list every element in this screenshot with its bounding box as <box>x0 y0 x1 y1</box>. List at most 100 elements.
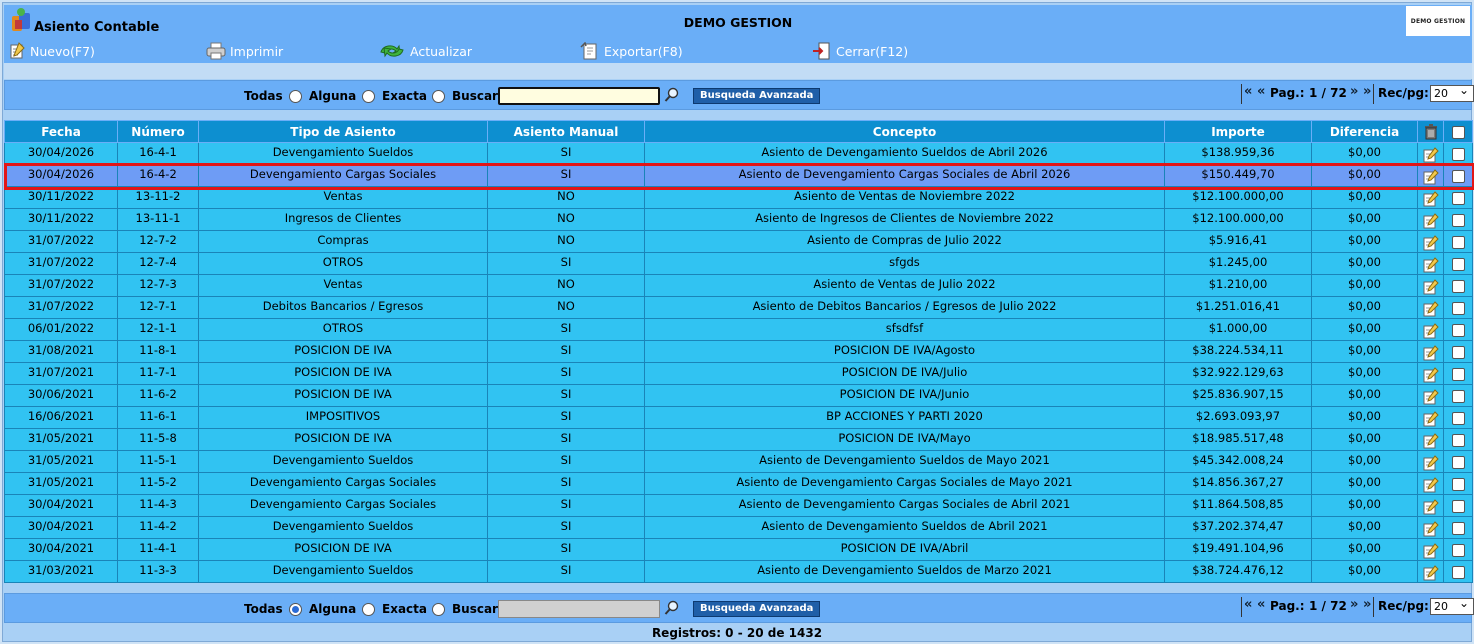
records-per-page-select[interactable]: 20 <box>1430 83 1474 102</box>
table-row[interactable]: 31/07/2022 12-7-1 Debitos Bancarios / Egre… <box>4 296 1473 319</box>
trash-icon[interactable] <box>1423 123 1439 140</box>
table-row[interactable]: 30/06/2021 11-6-2 POSICION DE IVA SI POSICIO… <box>4 384 1473 407</box>
toolbar: Nuevo(F7) Imprimir Actualizar Exportar(F… <box>4 39 1472 63</box>
edit-icon[interactable] <box>1423 257 1439 273</box>
next-page-icon[interactable]: » <box>1350 84 1358 99</box>
row-checkbox[interactable] <box>1451 236 1465 249</box>
cell-select <box>1443 516 1473 539</box>
table-row[interactable]: 30/04/2026 16-4-1 Devengamiento Sueldos SI A… <box>4 142 1473 165</box>
last-page-icon[interactable]: » <box>1363 84 1371 99</box>
last-page-icon[interactable]: » <box>1363 597 1371 612</box>
table-row[interactable]: 30/04/2021 11-4-3 Devengamiento Cargas Soc… <box>4 494 1473 517</box>
mode-all-radio[interactable] <box>289 603 302 616</box>
row-checkbox[interactable] <box>1451 324 1465 337</box>
print-button[interactable]: Imprimir <box>206 41 283 61</box>
first-page-icon[interactable]: « <box>1244 597 1252 612</box>
prev-page-icon[interactable]: « <box>1257 84 1265 99</box>
search-icon[interactable] <box>664 600 680 616</box>
edit-icon[interactable] <box>1423 477 1439 493</box>
table-row[interactable]: 16/06/2021 11-6-1 IMPOSITIVOS SI BP ACCIONES… <box>4 406 1473 429</box>
row-checkbox[interactable] <box>1451 214 1465 227</box>
col-header-type[interactable]: Tipo de Asiento <box>198 120 488 143</box>
row-checkbox[interactable] <box>1451 500 1465 513</box>
table-row[interactable]: 30/04/2021 11-4-2 Devengamiento Sueldos SI A… <box>4 516 1473 539</box>
row-checkbox[interactable] <box>1451 412 1465 425</box>
edit-icon[interactable] <box>1423 411 1439 427</box>
records-per-page-select[interactable]: 20 <box>1430 596 1474 615</box>
row-checkbox[interactable] <box>1451 192 1465 205</box>
mode-any-radio[interactable] <box>362 90 375 103</box>
table-row[interactable]: 31/07/2022 12-7-3 Ventas NO Asiento de Venta… <box>4 274 1473 297</box>
row-checkbox[interactable] <box>1451 390 1465 403</box>
table-row[interactable]: 30/11/2022 13-11-2 Ventas NO Asiento de Vent… <box>4 186 1473 209</box>
mode-exact-radio[interactable] <box>432 603 445 616</box>
edit-icon[interactable] <box>1423 345 1439 361</box>
table-row[interactable]: 31/07/2021 11-7-1 POSICION DE IVA SI POSICIO… <box>4 362 1473 385</box>
col-header-number[interactable]: Número <box>117 120 199 143</box>
row-checkbox[interactable] <box>1451 280 1465 293</box>
table-row[interactable]: 31/05/2021 11-5-2 Devengamiento Cargas Soc… <box>4 472 1473 495</box>
row-checkbox[interactable] <box>1451 522 1465 535</box>
col-header-date[interactable]: Fecha <box>4 120 118 143</box>
mode-any-radio[interactable] <box>362 603 375 616</box>
prev-page-icon[interactable]: « <box>1257 597 1265 612</box>
col-header-delete[interactable] <box>1417 120 1444 143</box>
edit-icon[interactable] <box>1423 499 1439 515</box>
export-button[interactable]: Exportar(F8) <box>580 41 683 61</box>
row-checkbox[interactable] <box>1451 368 1465 381</box>
table-row[interactable]: 31/05/2021 11-5-8 POSICION DE IVA SI POSICIO… <box>4 428 1473 451</box>
search-icon[interactable] <box>664 87 680 103</box>
row-checkbox[interactable] <box>1451 456 1465 469</box>
edit-icon[interactable] <box>1423 521 1439 537</box>
col-header-amount[interactable]: Importe <box>1164 120 1312 143</box>
edit-icon[interactable] <box>1423 543 1439 559</box>
table-row[interactable]: 31/07/2022 12-7-4 OTROS SI sfgds $1.245,00 $0,… <box>4 252 1473 275</box>
search-input[interactable] <box>498 600 660 618</box>
new-button[interactable]: Nuevo(F7) <box>8 41 95 61</box>
table-row[interactable]: 30/11/2022 13-11-1 Ingresos de Clientes NO A… <box>4 208 1473 231</box>
table-row[interactable]: 31/08/2021 11-8-1 POSICION DE IVA SI POSICIO… <box>4 340 1473 363</box>
edit-icon[interactable] <box>1423 301 1439 317</box>
row-checkbox[interactable] <box>1451 544 1465 557</box>
edit-icon[interactable] <box>1423 389 1439 405</box>
edit-icon[interactable] <box>1423 147 1439 163</box>
mode-all-radio[interactable] <box>289 90 302 103</box>
edit-icon[interactable] <box>1423 433 1439 449</box>
table-row[interactable]: 31/03/2021 11-3-3 Devengamiento Sueldos SI A… <box>4 560 1473 583</box>
edit-icon[interactable] <box>1423 191 1439 207</box>
row-checkbox[interactable] <box>1451 566 1465 579</box>
row-checkbox[interactable] <box>1451 258 1465 271</box>
table-row[interactable]: 31/05/2021 11-5-1 Devengamiento Sueldos SI A… <box>4 450 1473 473</box>
cell-edit <box>1417 318 1444 341</box>
edit-icon[interactable] <box>1423 323 1439 339</box>
next-page-icon[interactable]: » <box>1350 597 1358 612</box>
mode-exact-radio[interactable] <box>432 90 445 103</box>
refresh-button[interactable]: Actualizar <box>378 41 472 61</box>
row-checkbox[interactable] <box>1451 302 1465 315</box>
first-page-icon[interactable]: « <box>1244 84 1252 99</box>
advanced-search-button[interactable]: Busqueda Avanzada <box>693 88 821 104</box>
edit-icon[interactable] <box>1423 455 1439 471</box>
edit-icon[interactable] <box>1423 279 1439 295</box>
search-input[interactable] <box>498 87 660 105</box>
row-checkbox[interactable] <box>1451 346 1465 359</box>
edit-icon[interactable] <box>1423 213 1439 229</box>
edit-icon[interactable] <box>1423 367 1439 383</box>
table-row[interactable]: 06/01/2022 12-1-1 OTROS SI sfsdfsf $1.000,00 $… <box>4 318 1473 341</box>
advanced-search-button[interactable]: Busqueda Avanzada <box>693 601 821 617</box>
table-row[interactable]: 30/04/2026 16-4-2 Devengamiento Cargas Soc… <box>4 164 1473 187</box>
col-header-difference[interactable]: Diferencia <box>1311 120 1418 143</box>
edit-icon[interactable] <box>1423 235 1439 251</box>
table-row[interactable]: 30/04/2021 11-4-1 POSICION DE IVA SI POSICIO… <box>4 538 1473 561</box>
row-checkbox[interactable] <box>1451 478 1465 491</box>
select-all-checkbox[interactable] <box>1451 125 1465 139</box>
row-checkbox[interactable] <box>1451 148 1465 161</box>
table-row[interactable]: 31/07/2022 12-7-2 Compras NO Asiento de Comp… <box>4 230 1473 253</box>
row-checkbox[interactable] <box>1451 170 1465 183</box>
close-button[interactable]: Cerrar(F12) <box>812 41 908 61</box>
col-header-manual[interactable]: Asiento Manual <box>487 120 645 143</box>
edit-icon[interactable] <box>1423 565 1439 581</box>
col-header-concept[interactable]: Concepto <box>644 120 1165 143</box>
row-checkbox[interactable] <box>1451 434 1465 447</box>
edit-icon[interactable] <box>1423 169 1439 185</box>
